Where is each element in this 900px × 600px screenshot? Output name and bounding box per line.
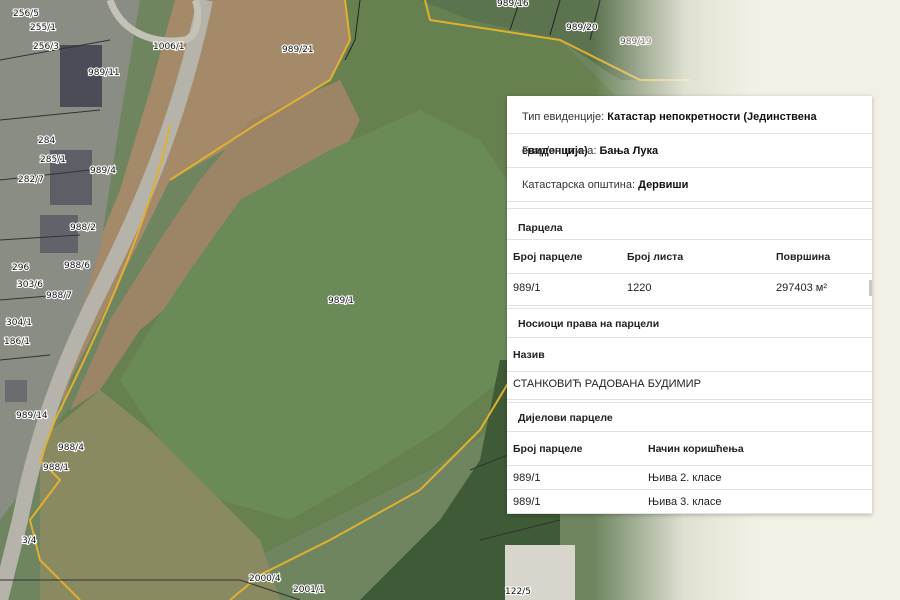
parcel-number-label: 296 xyxy=(12,263,29,273)
holders-table-header: Назив xyxy=(507,338,872,372)
section-title-parcel: Парцела xyxy=(507,208,872,240)
parcel-number-label: 988/2 xyxy=(70,223,96,233)
cell-parcel-no: 989/1 xyxy=(513,496,541,508)
parcel-number-label: 122/5 xyxy=(505,587,531,597)
parcel-number-label: 989/4 xyxy=(90,166,116,176)
parcel-number-label: 1006/1 xyxy=(153,42,185,52)
parcel-info-panel: Тип евиденције: Катастар непокретности (… xyxy=(507,96,872,514)
parcel-number-label: 285/1 xyxy=(40,155,66,165)
cell-parcel-no: 989/1 xyxy=(513,472,541,484)
cell-usage: Њива 3. класе xyxy=(648,496,722,508)
parcel-number-label: 2001/1 xyxy=(293,585,325,595)
parcel-number-label: 186/1 xyxy=(4,337,30,347)
info-value: Бања Лука xyxy=(599,145,659,157)
col-header-usage: Начин коришћења xyxy=(648,443,744,455)
cell-usage: Њива 2. класе xyxy=(648,472,722,484)
table-row[interactable]: 989/1 Њива 3. класе xyxy=(507,490,872,514)
parcel-number-label: 989/19 xyxy=(620,37,652,47)
parcel-number-label: 255/1 xyxy=(30,23,56,33)
section-title: Дијелови парцеле xyxy=(518,412,613,424)
cell-sheet-no: 1220 xyxy=(627,282,652,294)
building xyxy=(5,380,27,402)
parcel-number-label: 989/20 xyxy=(566,23,598,33)
cell-holder-name: СТАНКОВИЋ РАДОВАНА БУДИМИР xyxy=(513,378,701,390)
parcel-number-label: 256/5 xyxy=(13,9,39,19)
col-header-sheet-no: Број листа xyxy=(627,251,684,263)
parcel-number-label: 282/7 xyxy=(18,175,44,185)
col-header-parcel-no: Број парцеле xyxy=(513,443,583,455)
table-row[interactable]: 989/1 Њива 2. класе xyxy=(507,466,872,490)
info-row-record-type: Тип евиденције: Катастар непокретности (… xyxy=(507,100,872,157)
col-header-name: Назив xyxy=(513,349,545,361)
info-key: Град/општина: xyxy=(522,145,600,157)
parcel-number-label: 989/1 xyxy=(328,296,354,306)
info-key: Тип евиденције: xyxy=(522,111,608,123)
cell-parcel-no: 989/1 xyxy=(513,282,541,294)
parcel-number-label: 988/6 xyxy=(64,261,90,271)
parcel-number-label: 303/6 xyxy=(17,280,43,290)
col-header-parcel-no: Број парцеле xyxy=(513,251,583,263)
parcel-number-label: 988/7 xyxy=(46,291,72,301)
table-row[interactable]: СТАНКОВИЋ РАДОВАНА БУДИМИР xyxy=(507,372,872,400)
parcel-number-label: 988/1 xyxy=(43,463,69,473)
cell-area: 297403 м² xyxy=(776,282,827,294)
parcel-number-label: 304/1 xyxy=(6,318,32,328)
section-title-holders: Носиоци права на парцели xyxy=(507,308,872,338)
info-row-cadastral-municipality: Катастарска општина: Дервиши xyxy=(507,168,872,202)
parcel-number-label: 256/3 xyxy=(33,42,59,52)
section-title: Парцела xyxy=(518,222,563,234)
info-row-municipality: Град/општина: Бања Лука xyxy=(507,134,872,168)
section-title: Носиоци права на парцели xyxy=(518,318,660,330)
parcel-number-label: 989/11 xyxy=(88,68,120,78)
section-title-parts: Дијелови парцеле xyxy=(507,402,872,432)
info-value: Дервиши xyxy=(638,179,689,191)
col-header-area: Површина xyxy=(776,251,831,263)
parcel-number-label: 989/16 xyxy=(497,0,529,9)
parcel-number-label: 988/4 xyxy=(58,443,84,453)
parcel-number-label: 989/21 xyxy=(282,45,314,55)
info-key: Катастарска општина: xyxy=(522,179,639,191)
building xyxy=(40,215,78,253)
table-row[interactable]: 989/1 1220 297403 м² xyxy=(507,274,872,306)
parts-table-header: Број парцеле Начин коришћења xyxy=(507,432,872,466)
parcel-number-label: 3/4 xyxy=(22,536,37,546)
parcel-number-label: 284 xyxy=(38,136,55,146)
parcel-table-header: Број парцеле Број листа Површина xyxy=(507,240,872,274)
scrollbar-thumb[interactable] xyxy=(869,280,872,296)
parcel-number-label: 2000/4 xyxy=(249,574,281,584)
parcel-number-label: 989/14 xyxy=(16,411,48,421)
